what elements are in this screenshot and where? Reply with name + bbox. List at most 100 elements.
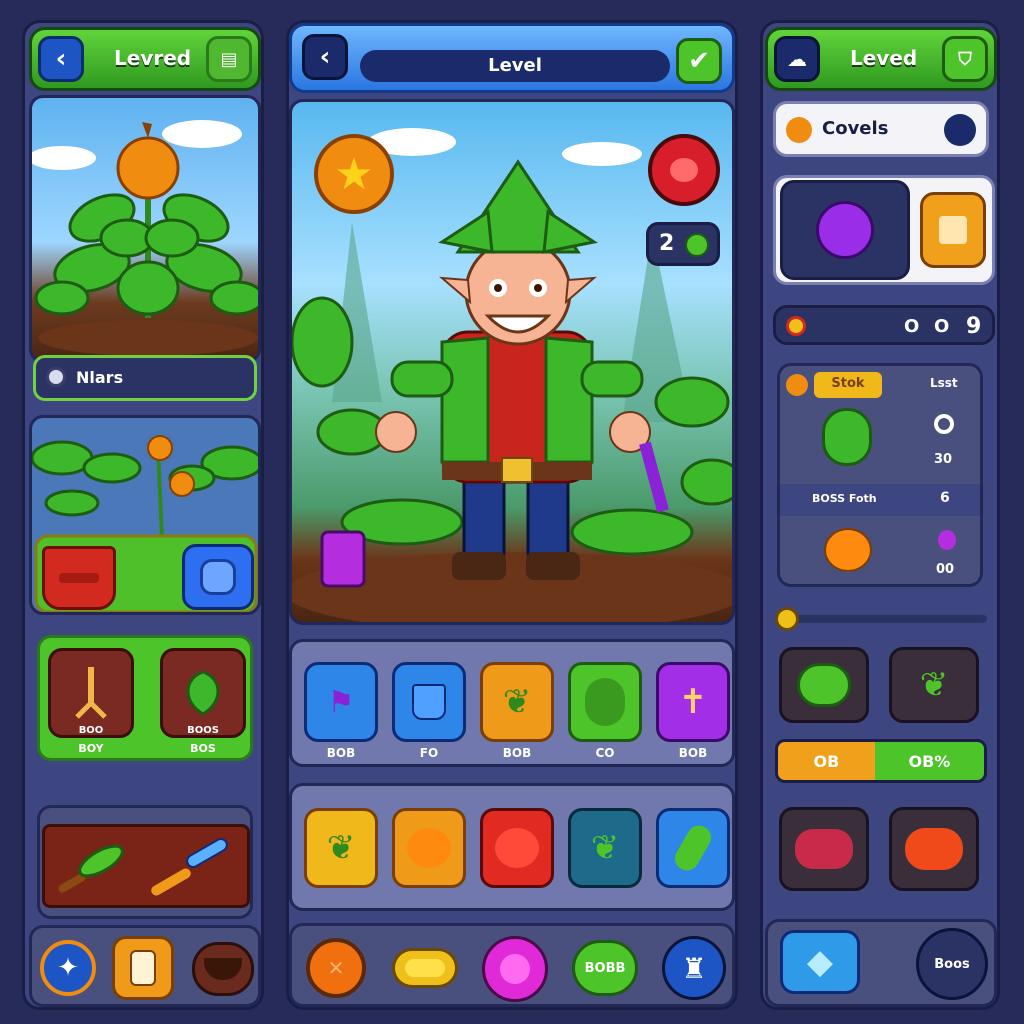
orange-stat-icon — [824, 528, 872, 572]
jar-button[interactable] — [112, 936, 174, 1000]
coin-icon — [786, 316, 806, 336]
tower-button[interactable]: ♜ — [662, 936, 726, 1000]
confirm-button[interactable]: ✔ — [676, 38, 722, 84]
status-num-1: O — [904, 316, 920, 337]
orange-orb-button[interactable]: ✕ — [306, 938, 366, 998]
watering-bag-tile[interactable] — [182, 544, 254, 610]
flag-plant-icon: ⚑ — [327, 684, 355, 720]
x-icon: ✕ — [327, 956, 345, 980]
filter-icon — [944, 114, 976, 146]
grape-icon — [938, 530, 956, 550]
trowel-icon[interactable] — [57, 840, 127, 894]
radish-item[interactable]: ❦ — [889, 647, 979, 723]
tool-tile-leaf[interactable]: BOOS — [160, 648, 246, 738]
boos-button-label: Boos — [934, 956, 970, 972]
star-badge[interactable]: ★ — [314, 134, 394, 214]
item-sprout[interactable]: ❦ — [480, 662, 554, 742]
berry-button[interactable] — [482, 936, 548, 1002]
sprout-icon: ❦ — [502, 682, 532, 722]
stat-ring-icon — [934, 414, 954, 434]
garden-scene — [29, 95, 261, 363]
item-orange[interactable] — [392, 808, 466, 888]
item-herb[interactable]: ❦ — [568, 808, 642, 888]
featured-items — [773, 175, 995, 285]
mid-back-button[interactable]: ‹ — [302, 34, 348, 80]
tool-grid: BOO BOOS BOY BOS — [37, 635, 253, 761]
cloud-icon: ☁ — [787, 47, 807, 71]
lemon-icon — [405, 959, 445, 977]
berries-icon — [795, 829, 853, 869]
cloud-button[interactable]: ☁ — [774, 36, 820, 82]
rake-icon — [75, 667, 107, 719]
berries-item[interactable] — [779, 807, 869, 891]
plant-name-field[interactable]: Nlars — [33, 355, 257, 401]
item-hoe[interactable]: ✝ — [656, 662, 730, 742]
status-num-2: O — [934, 316, 950, 337]
leaf-icon — [585, 678, 625, 726]
lemon-button[interactable] — [392, 948, 458, 988]
back-button[interactable]: ‹ — [38, 36, 84, 82]
lock-item[interactable] — [920, 192, 986, 268]
progress-bar: OB OB% — [775, 739, 987, 783]
counter-value: 2 — [659, 231, 675, 256]
item-watering-can[interactable] — [392, 662, 466, 742]
berry-icon — [500, 954, 530, 984]
mid-title: Level — [488, 55, 542, 76]
gem-shop-button[interactable]: ◆ — [780, 930, 860, 994]
big-plant-illustration — [32, 120, 258, 356]
boos-button[interactable]: Boos — [916, 928, 988, 1000]
middle-header: ‹ Level ✔ — [289, 23, 735, 93]
green-badge-button[interactable]: BOBB — [572, 940, 638, 996]
pot-button[interactable] — [192, 942, 254, 996]
stats-mid-value: 6 — [940, 490, 950, 506]
star-button[interactable]: ✦ — [40, 940, 96, 996]
lemon-bunch-item[interactable] — [779, 647, 869, 723]
stats-col-label: Lsst — [930, 376, 958, 390]
star-icon: ★ — [334, 148, 374, 200]
tool-tile-rake[interactable]: BOO — [48, 648, 134, 738]
tomato-icon — [495, 828, 539, 868]
tools-board — [42, 824, 250, 908]
screwdriver-icon[interactable] — [149, 837, 229, 898]
search-field[interactable]: Covels — [773, 101, 989, 157]
volume-slider[interactable] — [775, 607, 987, 631]
diamond-icon: ◆ — [806, 942, 834, 982]
right-header: ☁ Leved ⛉ — [765, 27, 997, 91]
item-leaf[interactable] — [656, 808, 730, 888]
item-leaf-pack[interactable] — [568, 662, 642, 742]
red-pot-tile[interactable] — [42, 546, 116, 610]
slider-knob[interactable] — [775, 607, 799, 631]
item-label-3: BOB — [502, 746, 532, 760]
item-label-4: CO — [595, 746, 615, 760]
lock-icon — [939, 216, 967, 244]
bag-icon — [200, 559, 236, 595]
leaf-icon — [186, 670, 220, 716]
item-row-2: ❦ ❦ — [289, 783, 735, 911]
status-num-3: 9 — [966, 314, 982, 339]
tower-icon: ♜ — [681, 951, 707, 985]
progress-left-label: OB — [813, 752, 840, 771]
item-label-1: BOB — [326, 746, 356, 760]
seedling-area — [29, 415, 261, 615]
stats-panel: Stok Lsst 30 BOSS Foth 6 00 — [777, 363, 983, 587]
tool-tile-rake-line1: BOO — [78, 725, 104, 736]
level-title-bar: Level — [360, 50, 670, 82]
bowl-icon — [204, 958, 242, 980]
stock-tab[interactable]: Stok — [814, 372, 882, 398]
item-seedling[interactable]: ❦ — [304, 808, 378, 888]
gem-icon — [685, 233, 709, 257]
hoe-icon: ✝ — [678, 682, 708, 722]
plum-item[interactable] — [780, 180, 910, 280]
shield-button[interactable]: ⛉ — [942, 36, 988, 82]
stock-tab-label: Stok — [831, 376, 865, 391]
tomatoes-item[interactable] — [889, 807, 979, 891]
item-tomato[interactable] — [480, 808, 554, 888]
tool-tile-rake-line2: BOY — [78, 742, 104, 755]
middle-bottom-bar: ✕ BOBB ♜ — [289, 923, 735, 1007]
stats-mid-label: BOSS Foth — [812, 492, 877, 505]
inventory-button[interactable]: ▤ — [206, 36, 252, 82]
item-flag-plant[interactable]: ⚑ — [304, 662, 378, 742]
apple-badge[interactable] — [648, 134, 720, 206]
leaf-icon — [670, 821, 716, 875]
green-badge-label: BOBB — [584, 960, 626, 976]
